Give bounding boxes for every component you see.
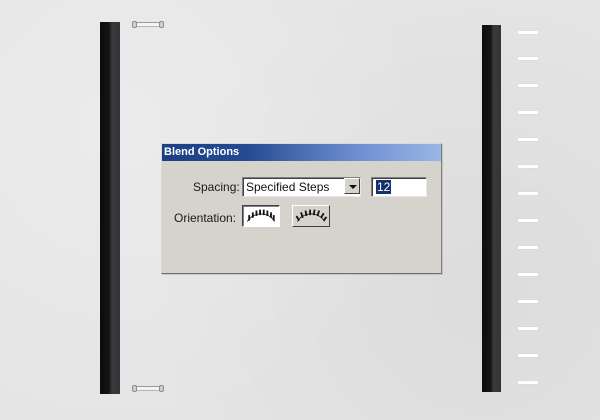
artboard-canvas: Blend Options Spacing: Specified Steps 1… [0,0,600,420]
step-mark-icon [518,84,538,87]
align-to-page-icon [246,209,276,222]
spacing-dropdown-button[interactable] [344,178,360,194]
blend-left-bar [100,22,120,394]
step-mark-icon [518,354,538,357]
dialog-title: Blend Options [164,146,240,158]
step-mark-icon [518,138,538,141]
align-to-path-icon [295,209,328,222]
step-mark-icon [518,165,538,168]
dialog-titlebar[interactable]: Blend Options [162,144,441,161]
step-mark-icon [518,219,538,222]
step-mark-icon [518,111,538,114]
spacing-label: Spacing: [193,180,240,194]
step-mark-icon [518,31,538,34]
step-mark-icon [518,381,538,384]
orientation-label: Orientation: [174,211,237,225]
spacing-select-value: Specified Steps [246,180,330,194]
anchor-handle-top[interactable] [132,21,164,28]
orientation-align-page-button[interactable] [242,205,280,227]
orientation-align-path-button[interactable] [292,205,330,227]
steps-input[interactable]: 12 [371,177,427,197]
steps-input-value: 12 [376,180,392,194]
spacing-select[interactable]: Specified Steps [242,177,361,197]
step-mark-icon [518,300,538,303]
step-mark-icon [518,192,538,195]
step-mark-icon [518,327,538,330]
step-mark-icon [518,57,538,60]
blend-options-dialog: Blend Options Spacing: Specified Steps 1… [161,143,442,274]
step-mark-icon [518,246,538,249]
step-mark-icon [518,273,538,276]
anchor-handle-bottom[interactable] [132,385,164,392]
blend-right-bar [482,25,501,392]
chevron-down-icon [349,185,357,189]
